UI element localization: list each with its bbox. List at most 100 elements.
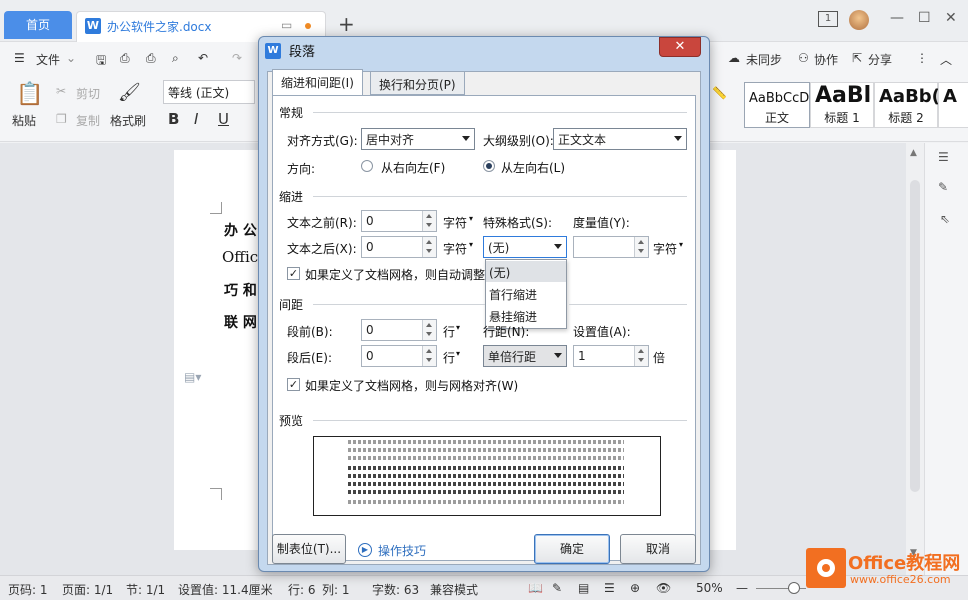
collab-button[interactable]: 协作 xyxy=(814,51,838,68)
pen-icon[interactable]: ✎ xyxy=(938,180,948,194)
copy-button[interactable]: 复制 xyxy=(76,112,100,129)
underline-icon[interactable]: U xyxy=(218,110,229,128)
tab-stops-button[interactable]: 制表位(T)... xyxy=(272,534,346,564)
zoom-level[interactable]: 50% xyxy=(696,581,723,595)
cut-button[interactable]: 剪切 xyxy=(76,85,100,102)
copy-icon[interactable]: ❐ xyxy=(56,112,67,126)
font-name-select[interactable]: 等线 (正文) xyxy=(163,80,255,104)
tab-home[interactable]: 首页 xyxy=(4,11,72,39)
spin-arrows-icon[interactable] xyxy=(634,237,648,257)
collab-icon[interactable]: ⚇ xyxy=(798,51,809,65)
web-view-icon[interactable]: ⊕ xyxy=(630,581,640,595)
setting-value-input[interactable]: 1 xyxy=(573,345,649,367)
dialog-close-button[interactable]: ✕ xyxy=(659,37,701,57)
style-heading-1[interactable]: AaBl 标题 1 xyxy=(810,82,874,128)
page-count-badge[interactable]: 1 xyxy=(818,11,838,27)
radio-ltr[interactable] xyxy=(483,160,495,172)
indent-after-unit[interactable]: 字符 xyxy=(443,240,467,257)
dropdown-option[interactable]: 首行缩进 xyxy=(486,283,566,304)
sync-status[interactable]: 未同步 xyxy=(746,51,782,68)
style-heading-2[interactable]: AaBb( 标题 2 xyxy=(874,82,940,128)
unit-dropdown-icon[interactable]: ▾ xyxy=(469,240,473,249)
cursor-icon[interactable]: ⇖ xyxy=(940,212,950,226)
share-button[interactable]: 分享 xyxy=(868,51,892,68)
style-heading-3[interactable]: A xyxy=(938,82,968,128)
more-icon[interactable]: ⋮ xyxy=(916,51,928,65)
share-icon[interactable]: ⇱ xyxy=(852,51,862,65)
indent-grid-label[interactable]: 如果定义了文档网格，则自动调整 xyxy=(305,266,485,283)
play-icon[interactable]: ▶ xyxy=(358,543,372,557)
outline-view-icon[interactable]: ☰ xyxy=(604,581,615,595)
unit-dropdown-icon[interactable]: ▾ xyxy=(456,349,460,358)
spacing-grid-label[interactable]: 如果定义了文档网格，则与网格对齐(W) xyxy=(305,377,518,394)
measure-unit[interactable]: 字符 xyxy=(653,240,677,257)
cancel-button[interactable]: 取消 xyxy=(620,534,696,564)
style-normal[interactable]: AaBbCcD 正文 xyxy=(744,82,810,128)
measure-input[interactable] xyxy=(573,236,649,258)
avatar[interactable] xyxy=(849,10,869,30)
monitor-icon[interactable]: ▭ xyxy=(281,18,292,32)
reading-icon[interactable]: 📖 xyxy=(528,581,543,595)
indent-before-unit[interactable]: 字符 xyxy=(443,214,467,231)
status-col[interactable]: 列: 1 xyxy=(322,581,350,598)
space-before-input[interactable]: 0 xyxy=(361,319,437,341)
spin-arrows-icon[interactable] xyxy=(422,211,436,231)
export-icon[interactable]: ⎙ xyxy=(120,51,130,66)
tab-indent-spacing[interactable]: 缩进和间距(I) xyxy=(272,69,363,96)
line-spacing-select[interactable]: 单倍行距 xyxy=(483,345,567,367)
print-icon[interactable]: ⎙ xyxy=(146,51,156,66)
paragraph-marker-icon[interactable]: ▤▾ xyxy=(184,370,201,384)
ok-button[interactable]: 确定 xyxy=(534,534,610,564)
undo-icon[interactable]: ↶ xyxy=(198,51,208,65)
unit-dropdown-icon[interactable]: ▾ xyxy=(679,240,683,249)
special-format-select[interactable]: (无) xyxy=(483,236,567,258)
close-window-icon[interactable]: ✕ xyxy=(945,10,957,26)
new-tab-button[interactable]: + xyxy=(338,12,355,36)
italic-icon[interactable]: I xyxy=(194,110,198,128)
spacing-grid-checkbox[interactable]: ✓ xyxy=(287,378,300,391)
scrollbar-thumb[interactable] xyxy=(910,180,920,492)
status-row[interactable]: 行: 6 xyxy=(288,581,316,598)
status-page[interactable]: 页码: 1 xyxy=(8,581,48,598)
chevron-down-icon[interactable]: ⌄ xyxy=(66,51,76,65)
space-after-input[interactable]: 0 xyxy=(361,345,437,367)
space-before-unit[interactable]: 行 xyxy=(443,323,455,340)
cloud-sync-icon[interactable]: ☁ xyxy=(728,51,740,65)
zoom-slider-handle[interactable] xyxy=(788,582,800,594)
format-painter-icon[interactable]: 🖌 xyxy=(118,82,141,103)
save-icon[interactable]: 🖫 xyxy=(96,51,106,72)
scroll-up-icon[interactable]: ▲ xyxy=(910,148,917,158)
preview-icon[interactable]: ⌕ xyxy=(172,51,179,66)
status-mode[interactable]: 兼容模式 xyxy=(430,581,478,598)
hamburger-icon[interactable]: ☰ xyxy=(14,51,25,65)
status-section[interactable]: 节: 1/1 xyxy=(126,581,165,598)
status-words[interactable]: 字数: 63 xyxy=(372,581,419,598)
unit-dropdown-icon[interactable]: ▾ xyxy=(469,214,473,223)
tips-link[interactable]: 操作技巧 xyxy=(378,542,426,559)
settings-lines-icon[interactable]: ☰ xyxy=(938,150,949,164)
page-view-icon[interactable]: ▤ xyxy=(578,581,589,595)
spin-arrows-icon[interactable] xyxy=(634,346,648,366)
minimize-icon[interactable]: — xyxy=(890,10,904,26)
space-after-unit[interactable]: 行 xyxy=(443,349,455,366)
paste-icon[interactable]: 📋 xyxy=(16,82,43,107)
collapse-ribbon-icon[interactable]: ︿ xyxy=(940,51,952,68)
bold-icon[interactable]: B xyxy=(168,110,179,128)
indent-after-input[interactable]: 0 xyxy=(361,236,437,258)
zoom-out-icon[interactable]: — xyxy=(736,581,748,595)
eye-icon[interactable]: 👁 xyxy=(656,581,671,595)
status-setting[interactable]: 设置值: 11.4厘米 xyxy=(178,581,273,598)
spin-arrows-icon[interactable] xyxy=(422,320,436,340)
tab-line-page-breaks[interactable]: 换行和分页(P) xyxy=(370,71,465,95)
format-painter-button[interactable]: 格式刷 xyxy=(110,112,146,129)
align-select[interactable]: 居中对齐 xyxy=(361,128,475,150)
radio-rtl-label[interactable]: 从右向左(F) xyxy=(381,159,445,176)
paste-button[interactable]: 粘贴 xyxy=(12,112,36,129)
spin-arrows-icon[interactable] xyxy=(422,237,436,257)
indent-grid-checkbox[interactable]: ✓ xyxy=(287,267,300,280)
radio-rtl[interactable] xyxy=(361,160,373,172)
spin-arrows-icon[interactable] xyxy=(422,346,436,366)
cut-icon[interactable]: ✂ xyxy=(56,84,66,98)
radio-ltr-label[interactable]: 从左向右(L) xyxy=(501,159,565,176)
ruler-icon[interactable]: 📏 xyxy=(712,86,727,100)
